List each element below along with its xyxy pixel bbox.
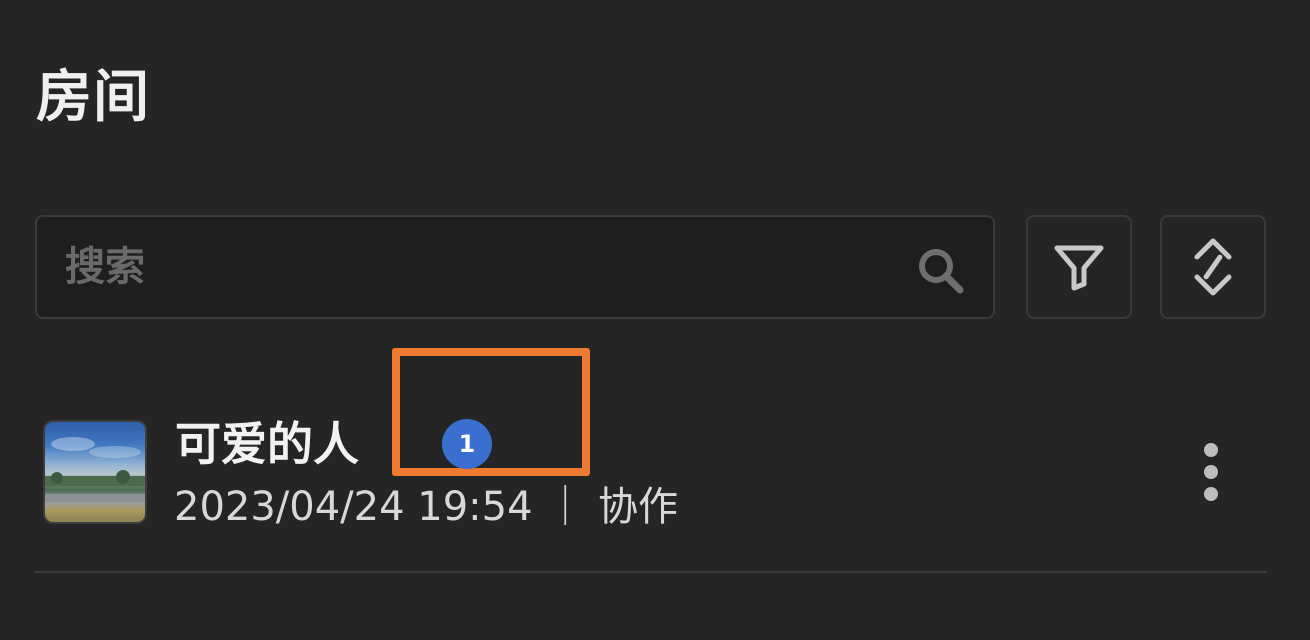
room-name: 可爱的人 bbox=[175, 417, 359, 471]
sort-icon bbox=[1194, 238, 1232, 296]
landscape-thumbnail bbox=[45, 437, 145, 502]
list-divider bbox=[35, 571, 1267, 573]
filter-icon bbox=[1054, 245, 1104, 291]
page-title: 房间 bbox=[36, 65, 150, 130]
search-input[interactable] bbox=[65, 217, 905, 317]
annotation-highlight-box bbox=[392, 348, 590, 476]
search-icon[interactable] bbox=[915, 245, 965, 295]
search-box[interactable] bbox=[35, 215, 995, 319]
room-avatar bbox=[43, 420, 147, 524]
more-vertical-icon[interactable] bbox=[1193, 442, 1229, 502]
annotation-marker-badge: 1 bbox=[442, 419, 492, 469]
room-meta: 2023/04/24 19:54 ｜ 协作 bbox=[174, 484, 678, 530]
list-item-room[interactable]: 可爱的人 2023/04/24 19:54 ｜ 协作 bbox=[35, 400, 1267, 570]
sort-button[interactable] bbox=[1160, 215, 1266, 319]
filter-button[interactable] bbox=[1026, 215, 1132, 319]
